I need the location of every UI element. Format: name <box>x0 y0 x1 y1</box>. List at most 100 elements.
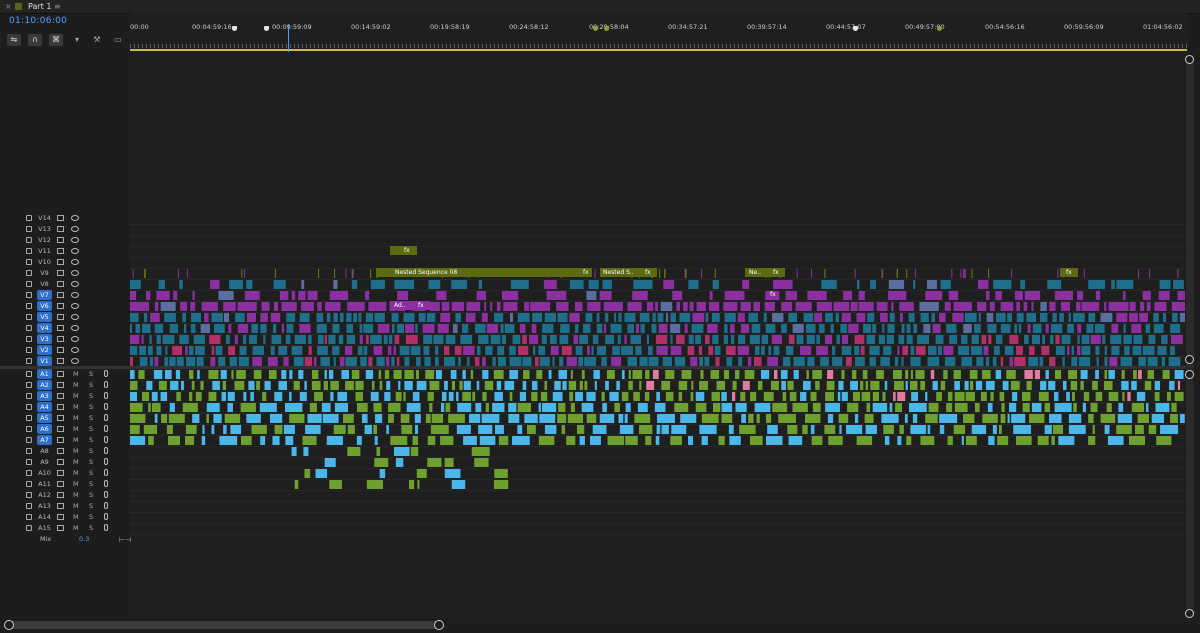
audio-clip[interactable] <box>148 403 151 412</box>
audio-clip[interactable] <box>815 381 820 390</box>
sync-lock-icon[interactable] <box>57 371 64 377</box>
audio-clip[interactable] <box>430 425 449 434</box>
video-clip[interactable] <box>328 335 336 344</box>
video-clip[interactable] <box>393 346 396 355</box>
video-clip[interactable] <box>630 335 641 344</box>
video-clip[interactable] <box>405 335 418 344</box>
video-clip[interactable] <box>740 324 750 333</box>
video-clip[interactable] <box>1077 324 1082 333</box>
video-clip[interactable] <box>898 335 905 344</box>
audio-clip[interactable] <box>416 381 427 390</box>
video-clip[interactable] <box>1000 302 1014 311</box>
audio-clip[interactable] <box>982 370 991 379</box>
audio-clip[interactable] <box>894 381 904 390</box>
video-clip[interactable] <box>891 302 894 311</box>
video-clip[interactable] <box>940 280 951 289</box>
sync-lock-icon[interactable] <box>57 404 64 410</box>
video-clip[interactable] <box>429 302 440 311</box>
audio-clip[interactable] <box>618 414 624 423</box>
audio-clip[interactable] <box>427 436 436 445</box>
audio-clip[interactable] <box>838 414 849 423</box>
track-target-toggle[interactable]: V7 <box>37 290 52 300</box>
lock-icon[interactable] <box>26 437 32 443</box>
audio-clip[interactable] <box>969 370 978 379</box>
video-clip[interactable] <box>228 324 232 333</box>
video-clip[interactable] <box>943 346 954 355</box>
track-target-toggle[interactable]: A10 <box>37 468 52 478</box>
video-clip[interactable] <box>730 324 735 333</box>
video-clip[interactable] <box>854 269 856 278</box>
video-clip[interactable] <box>866 335 876 344</box>
audio-clip[interactable] <box>589 436 601 445</box>
audio-clip[interactable] <box>812 403 821 412</box>
video-clip[interactable] <box>160 302 176 311</box>
audio-clip[interactable] <box>146 381 153 390</box>
audio-clip[interactable] <box>504 381 515 390</box>
lock-icon[interactable] <box>26 314 32 320</box>
audio-clip[interactable] <box>628 381 633 390</box>
audio-clip[interactable] <box>810 425 815 434</box>
audio-clip[interactable] <box>495 425 504 434</box>
video-clip[interactable] <box>404 357 410 366</box>
video-clip[interactable] <box>130 357 133 366</box>
video-clip[interactable] <box>532 313 543 322</box>
video-clip[interactable] <box>435 346 439 355</box>
audio-clip[interactable] <box>1095 392 1103 401</box>
video-clip[interactable] <box>1170 335 1183 344</box>
audio-clip[interactable] <box>347 447 361 456</box>
audio-clip[interactable] <box>987 403 993 412</box>
video-clip[interactable] <box>1110 335 1122 344</box>
video-clip[interactable] <box>486 324 499 333</box>
video-clip[interactable] <box>481 313 488 322</box>
audio-clip[interactable] <box>827 414 834 423</box>
audio-clip[interactable] <box>494 469 508 478</box>
sync-lock-icon[interactable] <box>57 248 64 254</box>
audio-clip[interactable] <box>130 425 140 434</box>
video-clip[interactable] <box>549 335 557 344</box>
video-clip[interactable] <box>692 313 705 322</box>
audio-clip[interactable] <box>757 381 763 390</box>
video-clip[interactable] <box>927 357 940 366</box>
video-clip[interactable] <box>897 346 900 355</box>
audio-clip[interactable] <box>599 414 615 423</box>
add-marker-icon[interactable]: ▾ <box>70 34 84 46</box>
video-clip[interactable] <box>293 357 304 366</box>
solo-button[interactable]: S <box>89 369 93 380</box>
video-clip[interactable] <box>636 324 640 333</box>
sync-lock-icon[interactable] <box>57 347 64 353</box>
audio-clip[interactable] <box>739 425 756 434</box>
video-clip[interactable] <box>1088 280 1106 289</box>
solo-button[interactable]: S <box>89 490 93 501</box>
audio-clip[interactable] <box>1160 425 1179 434</box>
audio-clip[interactable] <box>964 381 969 390</box>
video-clip[interactable] <box>358 313 362 322</box>
audio-clip[interactable] <box>496 381 502 390</box>
video-clip[interactable] <box>738 357 743 366</box>
video-clip[interactable] <box>951 269 953 278</box>
audio-clip[interactable] <box>974 403 980 412</box>
video-clip[interactable] <box>662 357 672 366</box>
audio-clip[interactable] <box>1170 414 1178 423</box>
video-clip[interactable] <box>993 280 1012 289</box>
eye-visibility-icon[interactable] <box>71 270 79 276</box>
video-clip[interactable] <box>796 269 798 278</box>
mute-button[interactable]: M <box>73 468 79 479</box>
video-clip[interactable] <box>444 357 456 366</box>
audio-clip[interactable] <box>538 436 555 445</box>
video-clip[interactable] <box>821 280 837 289</box>
audio-clip[interactable] <box>570 370 573 379</box>
video-clip[interactable] <box>658 324 668 333</box>
video-clip[interactable] <box>963 269 965 278</box>
audio-clip[interactable] <box>524 414 538 423</box>
video-clip[interactable] <box>271 335 282 344</box>
video-clip[interactable] <box>670 335 673 344</box>
video-clip[interactable] <box>674 357 686 366</box>
audio-clip[interactable] <box>526 425 536 434</box>
track-target-toggle[interactable]: V6 <box>37 301 52 311</box>
video-clip[interactable] <box>806 335 815 344</box>
audio-clip[interactable] <box>154 414 158 423</box>
video-clip[interactable] <box>690 357 698 366</box>
audio-clip[interactable] <box>805 414 821 423</box>
video-clip[interactable] <box>952 313 964 322</box>
audio-clip[interactable] <box>905 381 908 390</box>
